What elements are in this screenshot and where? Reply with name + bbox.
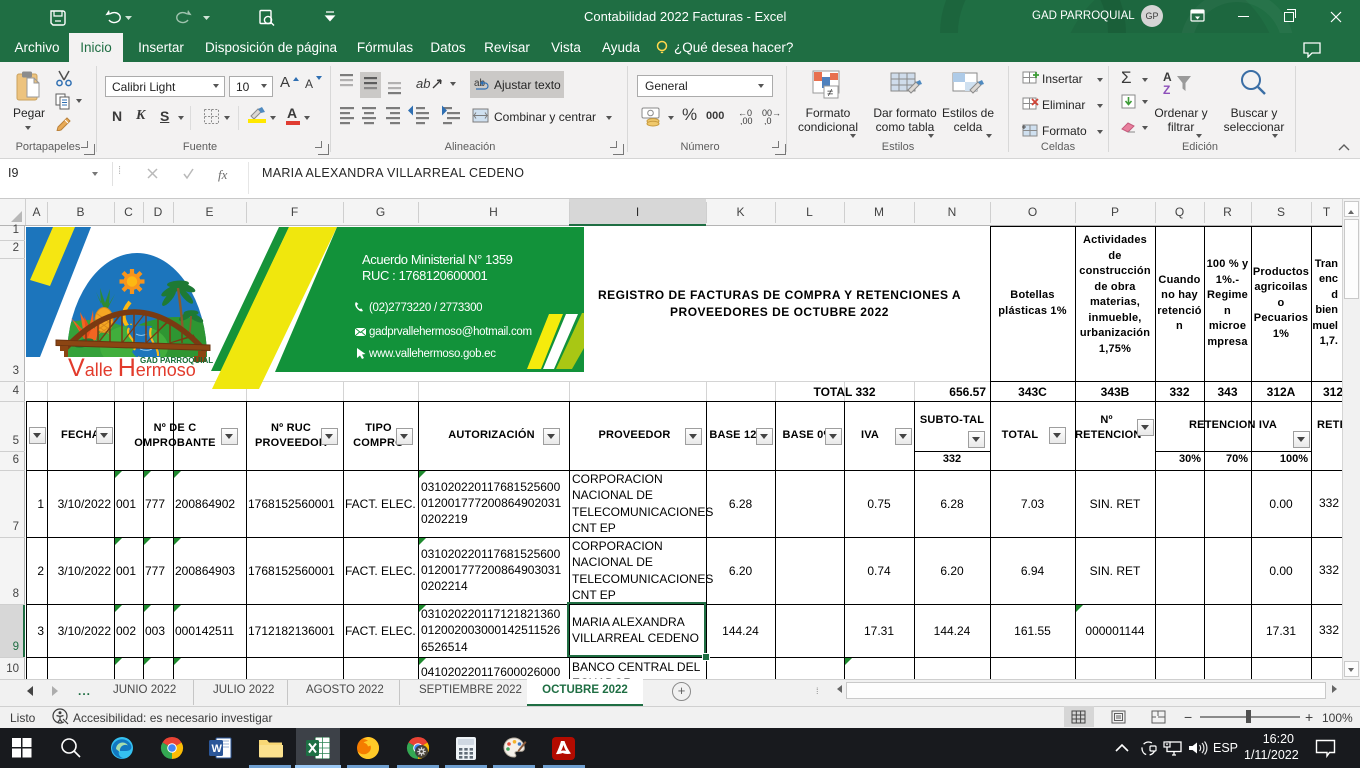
svg-text:,0: ,0 bbox=[764, 116, 772, 125]
svg-text:www.vallehermoso.gob.ec: www.vallehermoso.gob.ec bbox=[368, 348, 496, 360]
svg-text:gadprvallehermoso@hotmail.com: gadprvallehermoso@hotmail.com bbox=[369, 326, 532, 338]
svg-text:(02)2773220 / 2773300: (02)2773220 / 2773300 bbox=[369, 302, 482, 314]
svg-text:ab: ab bbox=[416, 76, 430, 91]
svg-text:W: W bbox=[212, 743, 223, 755]
svg-text:A: A bbox=[1163, 70, 1172, 84]
svg-text:fx: fx bbox=[218, 167, 228, 182]
svg-text:≠: ≠ bbox=[827, 87, 833, 99]
svg-text:RUC : 1768120600001: RUC : 1768120600001 bbox=[362, 268, 488, 283]
svg-text:Z: Z bbox=[1163, 83, 1170, 96]
svg-text:,00: ,00 bbox=[740, 116, 753, 125]
svg-text:Acuerdo Ministerial N° 1359: Acuerdo Ministerial N° 1359 bbox=[362, 252, 513, 267]
